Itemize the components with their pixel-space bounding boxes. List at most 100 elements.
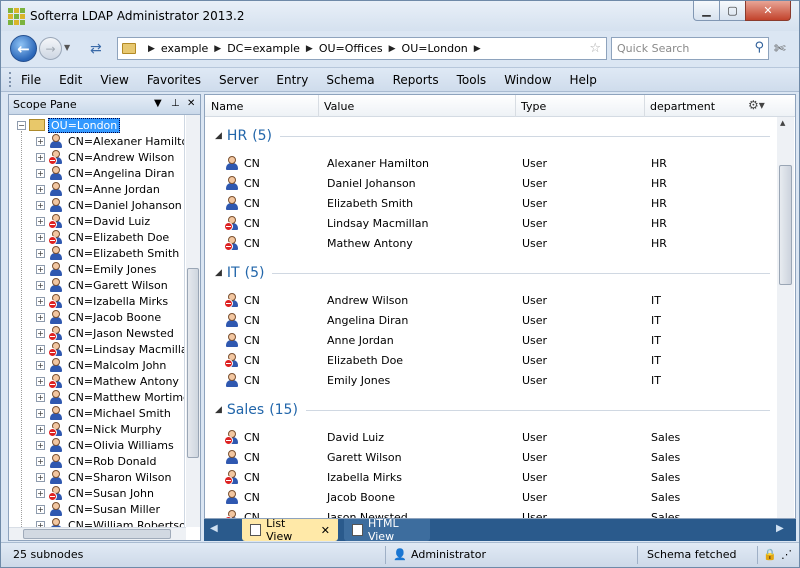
table-row[interactable]: CN Elizabeth Smith User HR <box>205 193 775 213</box>
expand-icon[interactable]: + <box>36 152 45 162</box>
table-row[interactable]: CN David Luiz User Sales <box>205 427 775 447</box>
tree-node[interactable]: + CN=Mathew Antony <box>36 373 179 389</box>
table-row[interactable]: CN Jacob Boone User Sales <box>205 487 775 507</box>
expand-icon[interactable]: + <box>36 440 45 450</box>
collapse-icon[interactable]: − <box>17 120 26 130</box>
table-row[interactable]: CN Daniel Johanson User HR <box>205 173 775 193</box>
tree-root-node[interactable]: − OU=London <box>17 117 121 133</box>
table-row[interactable]: CN Angelina Diran User IT <box>205 310 775 330</box>
breadcrumb-separator[interactable]: ▶ <box>306 44 313 54</box>
breadcrumb-separator[interactable]: ▶ <box>474 44 481 54</box>
tree-node[interactable]: + CN=Susan John <box>36 485 154 501</box>
menu-item-file[interactable]: File <box>21 73 41 87</box>
expand-icon[interactable]: + <box>36 456 45 466</box>
history-dropdown-icon[interactable]: ▼ <box>64 43 70 52</box>
breadcrumb-separator[interactable]: ▶ <box>214 44 221 54</box>
tab-list-view[interactable]: List View ✕ <box>242 517 338 543</box>
expand-icon[interactable]: + <box>36 472 45 482</box>
tree-node[interactable]: + CN=Anne Jordan <box>36 181 160 197</box>
tree-node[interactable]: + CN=Angelina Diran <box>36 165 174 181</box>
menu-item-schema[interactable]: Schema <box>326 73 374 87</box>
menu-item-tools[interactable]: Tools <box>457 73 487 87</box>
column-header-department[interactable]: department <box>650 100 715 113</box>
tree-node[interactable]: + CN=Jacob Boone <box>36 309 161 325</box>
expand-icon[interactable]: + <box>36 376 45 386</box>
breadcrumb-item[interactable]: OU=Offices <box>319 42 383 55</box>
tab-scroll-left-icon[interactable]: ◀ <box>210 523 218 534</box>
expand-icon[interactable]: + <box>36 360 45 370</box>
list-vertical-scrollbar[interactable]: ▲ <box>777 117 794 518</box>
expand-icon[interactable]: + <box>36 424 45 434</box>
expand-icon[interactable]: + <box>36 344 45 354</box>
menu-item-help[interactable]: Help <box>570 73 597 87</box>
tree-node[interactable]: + CN=Sharon Wilson <box>36 469 171 485</box>
tree-node[interactable]: + CN=Garett Wilson <box>36 277 168 293</box>
menu-item-favorites[interactable]: Favorites <box>147 73 201 87</box>
tree-node[interactable]: + CN=Susan Miller <box>36 501 160 517</box>
pane-menu-icon[interactable]: ▼ <box>154 98 162 109</box>
tree-node[interactable]: + CN=William Robertson <box>36 517 184 527</box>
quick-search-input[interactable]: Quick Search ⚲ <box>611 37 769 60</box>
expand-icon[interactable]: + <box>36 168 45 178</box>
expand-icon[interactable]: + <box>36 408 45 418</box>
breadcrumb-separator[interactable]: ▶ <box>148 44 155 54</box>
tree-node[interactable]: + CN=Elizabeth Doe <box>36 229 169 245</box>
group-header[interactable]: ◢ HR (5) <box>215 128 770 144</box>
tree-horizontal-scrollbar[interactable] <box>9 527 186 540</box>
table-row[interactable]: CN Andrew Wilson User IT <box>205 290 775 310</box>
expand-icon[interactable]: + <box>36 392 45 402</box>
expand-icon[interactable]: + <box>36 248 45 258</box>
resize-grip-icon[interactable]: ⋰ <box>781 548 792 561</box>
tree-node[interactable]: + CN=Malcolm John <box>36 357 166 373</box>
expand-icon[interactable]: + <box>36 216 45 226</box>
tree-node[interactable]: + CN=Michael Smith <box>36 405 171 421</box>
tree-node[interactable]: + CN=Andrew Wilson <box>36 149 174 165</box>
menu-item-edit[interactable]: Edit <box>59 73 82 87</box>
search-icon[interactable]: ⚲ <box>754 40 764 55</box>
expand-icon[interactable]: + <box>36 184 45 194</box>
group-header[interactable]: ◢ Sales (15) <box>215 402 770 418</box>
expand-icon[interactable]: + <box>36 312 45 322</box>
expand-icon[interactable]: + <box>36 328 45 338</box>
tree-vertical-scrollbar[interactable] <box>186 115 200 527</box>
menu-item-entry[interactable]: Entry <box>276 73 308 87</box>
pane-close-icon[interactable]: ✕ <box>187 98 195 109</box>
table-row[interactable]: CN Garett Wilson User Sales <box>205 447 775 467</box>
tools-icon[interactable]: ✄ <box>774 41 786 57</box>
group-header[interactable]: ◢ IT (5) <box>215 265 770 281</box>
expand-icon[interactable]: + <box>36 232 45 242</box>
tree-node[interactable]: + CN=Jason Newsted <box>36 325 174 341</box>
scroll-up-icon[interactable]: ▲ <box>780 119 785 127</box>
group-collapse-icon[interactable]: ◢ <box>215 131 222 141</box>
column-header-value[interactable]: Value <box>324 100 354 113</box>
tree-node[interactable]: + CN=Rob Donald <box>36 453 156 469</box>
menu-item-reports[interactable]: Reports <box>393 73 439 87</box>
toolbar-grip[interactable] <box>9 72 12 87</box>
expand-icon[interactable]: + <box>36 296 45 306</box>
tree-node[interactable]: + CN=Lindsay Macmillan <box>36 341 184 357</box>
column-settings-gear-icon[interactable]: ⚙▾ <box>748 98 765 112</box>
favorite-star-icon[interactable]: ☆ <box>589 41 601 56</box>
tab-html-view[interactable]: HTML View <box>344 517 430 543</box>
tree-node[interactable]: + CN=David Luiz <box>36 213 150 229</box>
refresh-icon[interactable]: ⇄ <box>90 41 102 57</box>
tab-scroll-right-icon[interactable]: ▶ <box>776 523 784 534</box>
group-collapse-icon[interactable]: ◢ <box>215 405 222 415</box>
breadcrumb-separator[interactable]: ▶ <box>389 44 396 54</box>
table-row[interactable]: CN Izabella Mirks User Sales <box>205 467 775 487</box>
breadcrumb-item[interactable]: DC=example <box>227 42 300 55</box>
column-header-type[interactable]: Type <box>521 100 546 113</box>
back-button[interactable]: ← <box>10 35 37 62</box>
table-row[interactable]: CN Lindsay Macmillan User HR <box>205 213 775 233</box>
pin-icon[interactable]: ⊥ <box>171 98 180 109</box>
expand-icon[interactable]: + <box>36 264 45 274</box>
table-row[interactable]: CN Anne Jordan User IT <box>205 330 775 350</box>
expand-icon[interactable]: + <box>36 488 45 498</box>
tree-node[interactable]: + CN=Matthew Mortimer <box>36 389 184 405</box>
table-row[interactable]: CN Elizabeth Doe User IT <box>205 350 775 370</box>
expand-icon[interactable]: + <box>36 136 45 146</box>
menu-item-server[interactable]: Server <box>219 73 258 87</box>
tree-node[interactable]: + CN=Alexaner Hamilton <box>36 133 184 149</box>
address-bar[interactable]: ▶ example ▶ DC=example ▶ OU=Offices ▶ OU=London… <box>117 37 607 60</box>
breadcrumb-item[interactable]: example <box>161 42 208 55</box>
